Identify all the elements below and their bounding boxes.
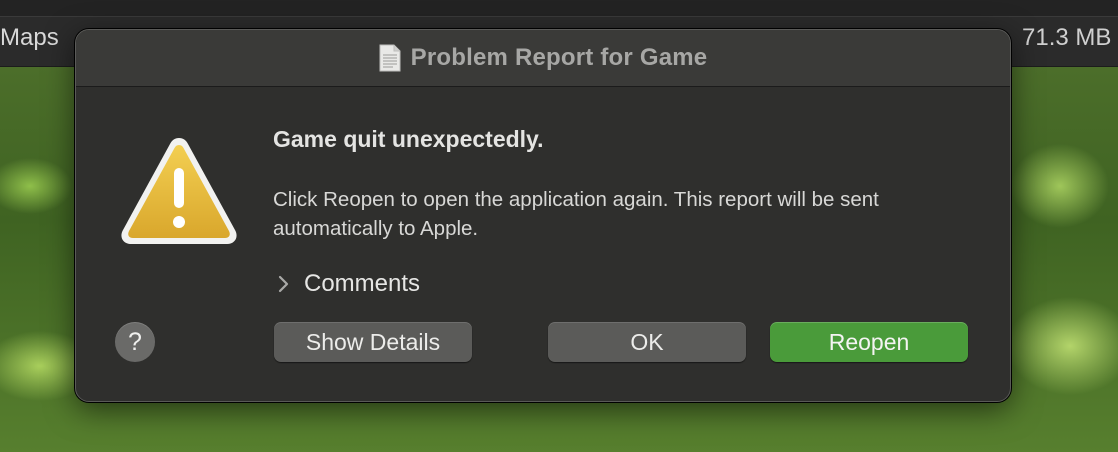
comments-disclosure[interactable]: Comments [278, 270, 420, 298]
background-memory-label: 71.3 MB [1022, 24, 1112, 51]
dialog-title: Problem Report for Game [410, 44, 708, 71]
chevron-right-icon [278, 275, 289, 293]
problem-report-dialog: Problem Report for Game Game quit unexpe… [75, 29, 1011, 402]
warning-triangle-icon [121, 138, 237, 244]
help-icon: ? [128, 327, 142, 356]
dialog-headline: Game quit unexpectedly. [273, 126, 544, 152]
background-window-topline [0, 0, 1118, 17]
dialog-titlebar: Problem Report for Game [76, 30, 1010, 87]
reopen-button[interactable]: Reopen [770, 322, 968, 362]
ok-button[interactable]: OK [548, 322, 746, 362]
dialog-title-wrap: Problem Report for Game [76, 30, 1010, 86]
show-details-button[interactable]: Show Details [274, 322, 472, 362]
dialog-message: Click Reopen to open the application aga… [273, 188, 879, 240]
help-button[interactable]: ? [115, 322, 155, 362]
document-icon [379, 44, 401, 72]
background-app-label: Maps [0, 24, 59, 51]
comments-label: Comments [304, 270, 421, 297]
